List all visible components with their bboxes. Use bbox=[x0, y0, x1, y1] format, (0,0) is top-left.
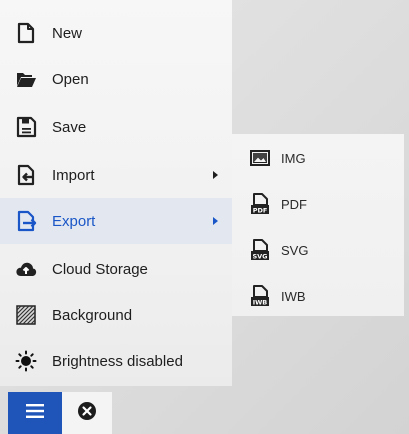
pdf-file-icon: PDF bbox=[249, 193, 271, 215]
submenu-item-pdf[interactable]: PDF PDF bbox=[232, 182, 404, 226]
hamburger-menu-icon bbox=[24, 402, 46, 425]
submenu-item-label: PDF bbox=[281, 196, 307, 212]
menu-toggle-button[interactable] bbox=[8, 392, 62, 434]
menu-item-background[interactable]: Background bbox=[0, 292, 232, 338]
export-icon bbox=[14, 209, 38, 233]
background-pattern-icon bbox=[14, 303, 38, 327]
menu-item-new[interactable]: New bbox=[0, 10, 232, 56]
menu-item-label: Open bbox=[52, 70, 89, 88]
menu-item-save[interactable]: Save bbox=[0, 104, 232, 150]
menu-item-label: Export bbox=[52, 212, 96, 230]
menu-item-label: New bbox=[52, 24, 83, 42]
bottom-toolbar bbox=[0, 392, 112, 434]
submenu-item-iwb[interactable]: IWB IWB bbox=[232, 274, 404, 318]
submenu-item-label: IWB bbox=[281, 288, 306, 304]
cloud-upload-icon bbox=[14, 257, 38, 281]
import-icon bbox=[14, 163, 38, 187]
image-icon bbox=[249, 147, 271, 169]
svg-file-icon: SVG bbox=[249, 239, 271, 261]
menu-item-label: Save bbox=[52, 118, 87, 136]
menu-item-export[interactable]: Export bbox=[0, 198, 232, 244]
submenu-arrow-icon bbox=[213, 217, 218, 225]
submenu-arrow-icon bbox=[213, 171, 218, 179]
menu-item-cloud-storage[interactable]: Cloud Storage bbox=[0, 246, 232, 292]
svg-text:IWB: IWB bbox=[253, 298, 268, 306]
submenu-item-label: SVG bbox=[281, 242, 309, 258]
submenu-item-svg[interactable]: SVG SVG bbox=[232, 228, 404, 272]
menu-item-label: Brightness disabled bbox=[52, 352, 183, 370]
iwb-file-icon: IWB bbox=[249, 285, 271, 307]
svg-text:SVG: SVG bbox=[252, 252, 267, 260]
menu-item-label: Cloud Storage bbox=[52, 260, 148, 278]
svg-text:PDF: PDF bbox=[253, 206, 268, 214]
new-file-icon bbox=[14, 21, 38, 45]
brightness-icon bbox=[14, 349, 38, 373]
menu-item-label: Import bbox=[52, 166, 95, 184]
menu-item-open[interactable]: Open bbox=[0, 56, 232, 102]
main-menu-panel: New Open Save Import Export Cloud Storag… bbox=[0, 0, 232, 386]
export-submenu-panel: IMG PDF PDF SVG SVG IWB IWB bbox=[232, 134, 404, 316]
save-icon bbox=[14, 115, 38, 139]
submenu-item-img[interactable]: IMG bbox=[232, 136, 404, 180]
menu-item-import[interactable]: Import bbox=[0, 152, 232, 198]
close-menu-button[interactable] bbox=[62, 392, 112, 434]
menu-item-label: Background bbox=[52, 306, 133, 324]
submenu-item-label: IMG bbox=[281, 150, 306, 166]
folder-open-icon bbox=[14, 67, 38, 91]
close-circle-icon bbox=[76, 400, 98, 427]
menu-item-brightness[interactable]: Brightness disabled bbox=[0, 338, 232, 384]
